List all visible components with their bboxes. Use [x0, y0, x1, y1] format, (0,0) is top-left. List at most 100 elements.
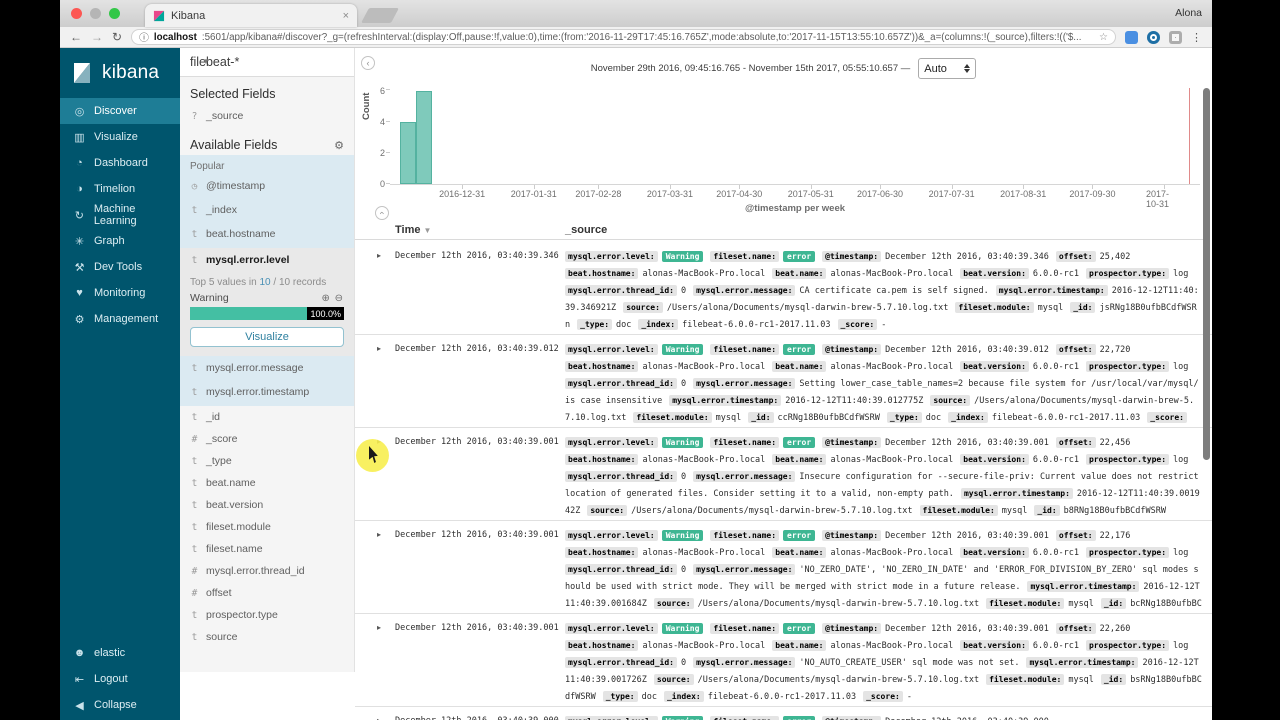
url-host: localhost	[154, 32, 197, 43]
sidebar-item-management[interactable]: ⚙Management	[60, 306, 180, 332]
browser-menu-icon[interactable]: ⋮	[1191, 31, 1202, 44]
popular-fields-section-2: tmysql.error.messagetmysql.error.timesta…	[180, 356, 354, 406]
close-window-button[interactable]	[71, 8, 82, 19]
source-field-value: log	[1173, 269, 1188, 279]
ml-icon: ↻	[73, 209, 86, 222]
minimize-window-button[interactable]	[90, 8, 101, 19]
source-field-value: 'NO_AUTO_CREATE_USER' sql mode was not s…	[799, 658, 1019, 668]
field-item-fileset-module[interactable]: tfileset.module	[180, 516, 354, 538]
interval-select[interactable]: Auto	[918, 58, 976, 79]
index-pattern-selector[interactable]: filebeat-* ▼	[180, 48, 354, 77]
source-field-name: offset:	[1056, 623, 1096, 634]
source-field-name: _index:	[948, 412, 988, 423]
tab-close-icon[interactable]: ×	[343, 10, 349, 22]
highlighted-value-badge: Warning	[662, 437, 704, 448]
sidebar-item-visualize[interactable]: ▥Visualize	[60, 124, 180, 150]
field-item-fileset-name[interactable]: tfileset.name	[180, 538, 354, 560]
forward-button[interactable]: →	[91, 31, 103, 43]
page-info-icon[interactable]: ⓘ	[139, 30, 149, 44]
histogram-bar[interactable]	[400, 122, 416, 184]
sidebar-footer-logout[interactable]: ⇤Logout	[60, 666, 180, 692]
filter-out-value-icon[interactable]: ⊖	[335, 293, 344, 304]
scrollbar-thumb[interactable]	[1203, 88, 1210, 460]
sidebar-item-dashboard[interactable]: ◔Dashboard	[60, 150, 180, 176]
chevron-down-icon: ▼	[202, 57, 210, 66]
zoom-window-button[interactable]	[109, 8, 120, 19]
time-column-header[interactable]: Time ▼	[395, 224, 431, 236]
reload-button[interactable]: ↻	[112, 31, 122, 43]
row-expand-toggle-icon[interactable]: ▸	[377, 716, 381, 720]
sidebar-item-ml[interactable]: ↻Machine Learning	[60, 202, 180, 228]
field-item-mysql-error-thread-id[interactable]: #mysql.error.thread_id	[180, 560, 354, 582]
extension-icon-1[interactable]	[1125, 31, 1138, 44]
source-field-name: source:	[654, 674, 694, 685]
visualize-button[interactable]: Visualize	[190, 327, 344, 347]
field-item-beat-hostname[interactable]: tbeat.hostname	[180, 222, 354, 246]
field-item-offset[interactable]: #offset	[180, 582, 354, 604]
field-item--id[interactable]: t_id	[180, 406, 354, 428]
source-field-name: prospector.type:	[1086, 268, 1169, 279]
source-field-value: 0	[681, 658, 686, 668]
row-expand-toggle-icon[interactable]: ▸	[377, 251, 381, 260]
field-type-icon: t	[190, 363, 199, 374]
back-button[interactable]: ←	[70, 31, 82, 43]
row-expand-toggle-icon[interactable]: ▸	[377, 344, 381, 353]
sidebar-footer-collapse[interactable]: ◀Collapse	[60, 692, 180, 718]
field-item-beat-version[interactable]: tbeat.version	[180, 494, 354, 516]
field-item--timestamp[interactable]: ◷@timestamp	[180, 174, 354, 198]
field-item-beat-name[interactable]: tbeat.name	[180, 472, 354, 494]
field-item--score[interactable]: #_score	[180, 428, 354, 450]
sidebar-item-devtools[interactable]: ⚒Dev Tools	[60, 254, 180, 280]
extension-icon-2[interactable]	[1147, 31, 1160, 44]
sidebar-item-monitoring[interactable]: ♥Monitoring	[60, 280, 180, 306]
bookmark-star-icon[interactable]: ☆	[1099, 32, 1108, 43]
source-field-value: filebeat-6.0.0-rc1-2017.11.03	[992, 413, 1140, 423]
sidebar-footer-label: Logout	[94, 673, 128, 685]
filter-for-value-icon[interactable]: ⊕	[321, 293, 330, 304]
row-source: mysql.error.level:Warningfileset.name:er…	[565, 714, 1202, 720]
sidebar-item-label: Dev Tools	[94, 261, 142, 273]
source-field-value: log	[1173, 548, 1188, 558]
address-bar[interactable]: ⓘ localhost:5601/app/kibana#/discover?_g…	[131, 29, 1116, 45]
sidebar-item-discover[interactable]: ◎Discover	[60, 98, 180, 124]
window-controls[interactable]	[71, 8, 120, 19]
source-field-name: source:	[930, 395, 970, 406]
field-settings-gear-icon[interactable]: ⚙	[334, 139, 344, 152]
browser-tab-kibana[interactable]: Kibana ×	[145, 4, 357, 27]
field-type-icon: t	[190, 205, 199, 216]
field-item-mysql-error-message[interactable]: tmysql.error.message	[180, 356, 354, 380]
source-field-value: alonas-MacBook-Pro.local	[830, 269, 953, 279]
histogram-bar[interactable]	[416, 91, 432, 184]
y-tick-label: 2	[380, 148, 385, 158]
table-row: ▸December 12th 2016, 03:40:39.001mysql.e…	[355, 428, 1212, 521]
source-field-name: mysql.error.level:	[565, 623, 658, 634]
sidebar-item-graph[interactable]: ✳Graph	[60, 228, 180, 254]
field-item-prospector-type[interactable]: tprospector.type	[180, 604, 354, 626]
source-field-value: -	[881, 320, 886, 330]
field-item-source[interactable]: tsource	[180, 626, 354, 648]
field-type-icon: #	[190, 566, 199, 577]
extension-icon-3[interactable]	[1169, 31, 1182, 44]
table-row: ▸December 12th 2016, 03:40:39.001mysql.e…	[355, 521, 1212, 614]
field-item--type[interactable]: t_type	[180, 450, 354, 472]
row-expand-toggle-icon[interactable]: ▸	[377, 530, 381, 539]
source-field-name: fileset.name:	[710, 623, 779, 634]
sidebar-footer-elastic[interactable]: ☻elastic	[60, 640, 180, 666]
sidebar-item-timelion[interactable]: ◑Timelion	[60, 176, 180, 202]
row-time: December 12th 2016, 03:40:39.001	[395, 437, 560, 447]
field-name: offset	[206, 587, 232, 599]
field-item-mysql-error-timestamp[interactable]: tmysql.error.timestamp	[180, 380, 354, 404]
field-item--index[interactable]: t_index	[180, 198, 354, 222]
row-expand-toggle-icon[interactable]: ▸	[377, 623, 381, 632]
new-tab-button[interactable]	[361, 8, 399, 23]
highlighted-value-badge: Warning	[662, 623, 704, 634]
field-item-mysql-error-level[interactable]: t mysql.error.level	[180, 248, 354, 272]
field-item--source[interactable]: ?_source	[180, 104, 354, 128]
histogram-chart[interactable]: 02462016-12-312017-01-312017-02-282017-0…	[390, 86, 1200, 185]
kibana-app: kibana ◎Discover▥Visualize◔Dashboard◑Tim…	[60, 48, 1212, 720]
source-field-name: @timestamp:	[822, 344, 881, 355]
collapse-chart-button[interactable]: ‹	[375, 206, 389, 220]
source-field-value: 22,260	[1100, 624, 1131, 634]
highlighted-value-badge: error	[783, 437, 815, 448]
source-field-value: 0	[681, 286, 686, 296]
